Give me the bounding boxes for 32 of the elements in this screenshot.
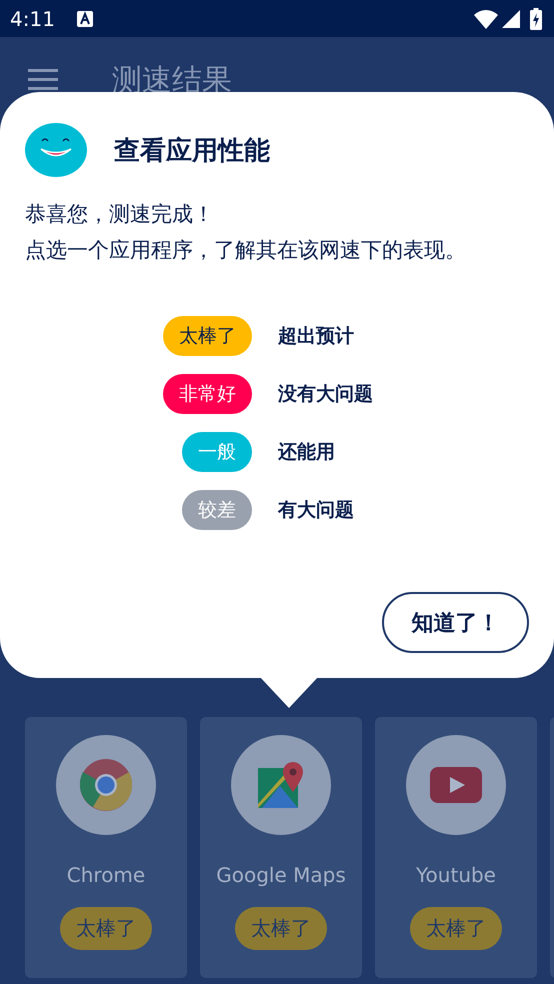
battery-icon xyxy=(530,8,542,30)
map-pin-icon xyxy=(256,760,306,810)
app-card[interactable]: Chrome 太棒了 xyxy=(25,717,187,978)
rating-pill: 太棒了 xyxy=(163,316,252,356)
rating-pill: 一般 xyxy=(182,432,252,472)
rating-description: 有大问题 xyxy=(278,498,355,523)
popup-title: 查看应用性能 xyxy=(114,134,270,168)
screen-title: 测速结果 xyxy=(112,62,232,100)
app-name: Google Maps xyxy=(216,863,346,887)
message-text: 恭喜您，测速完成！ xyxy=(25,201,215,228)
rating-pill: 较差 xyxy=(182,490,252,530)
menu-icon[interactable] xyxy=(28,69,58,91)
wifi-icon xyxy=(474,8,498,28)
message-text: 点选一个应用程序，了解其在该网速下的表现。 xyxy=(25,237,467,264)
play-icon xyxy=(430,767,482,803)
rating-description: 超出预计 xyxy=(278,324,355,349)
rating-pill: 非常好 xyxy=(163,374,252,414)
app-card[interactable]: Google Maps 太棒了 xyxy=(200,717,362,978)
rating-badge: 太棒了 xyxy=(60,907,152,950)
smiley-icon xyxy=(25,122,87,178)
keyboard-notification-icon xyxy=(76,10,93,26)
rating-badge: 太棒了 xyxy=(410,907,502,950)
status-time: 4:11 xyxy=(10,6,55,30)
app-name: Chrome xyxy=(66,863,146,887)
signal-icon xyxy=(502,10,520,28)
got-it-button[interactable]: 知道了！ xyxy=(382,592,529,653)
app-name: Youtube xyxy=(416,863,496,887)
rating-badge: 太棒了 xyxy=(235,907,327,950)
rating-description: 还能用 xyxy=(278,440,336,465)
chrome-icon xyxy=(80,759,132,811)
app-card[interactable]: Youtube 太棒了 xyxy=(375,717,537,978)
rating-description: 没有大问题 xyxy=(278,382,374,407)
